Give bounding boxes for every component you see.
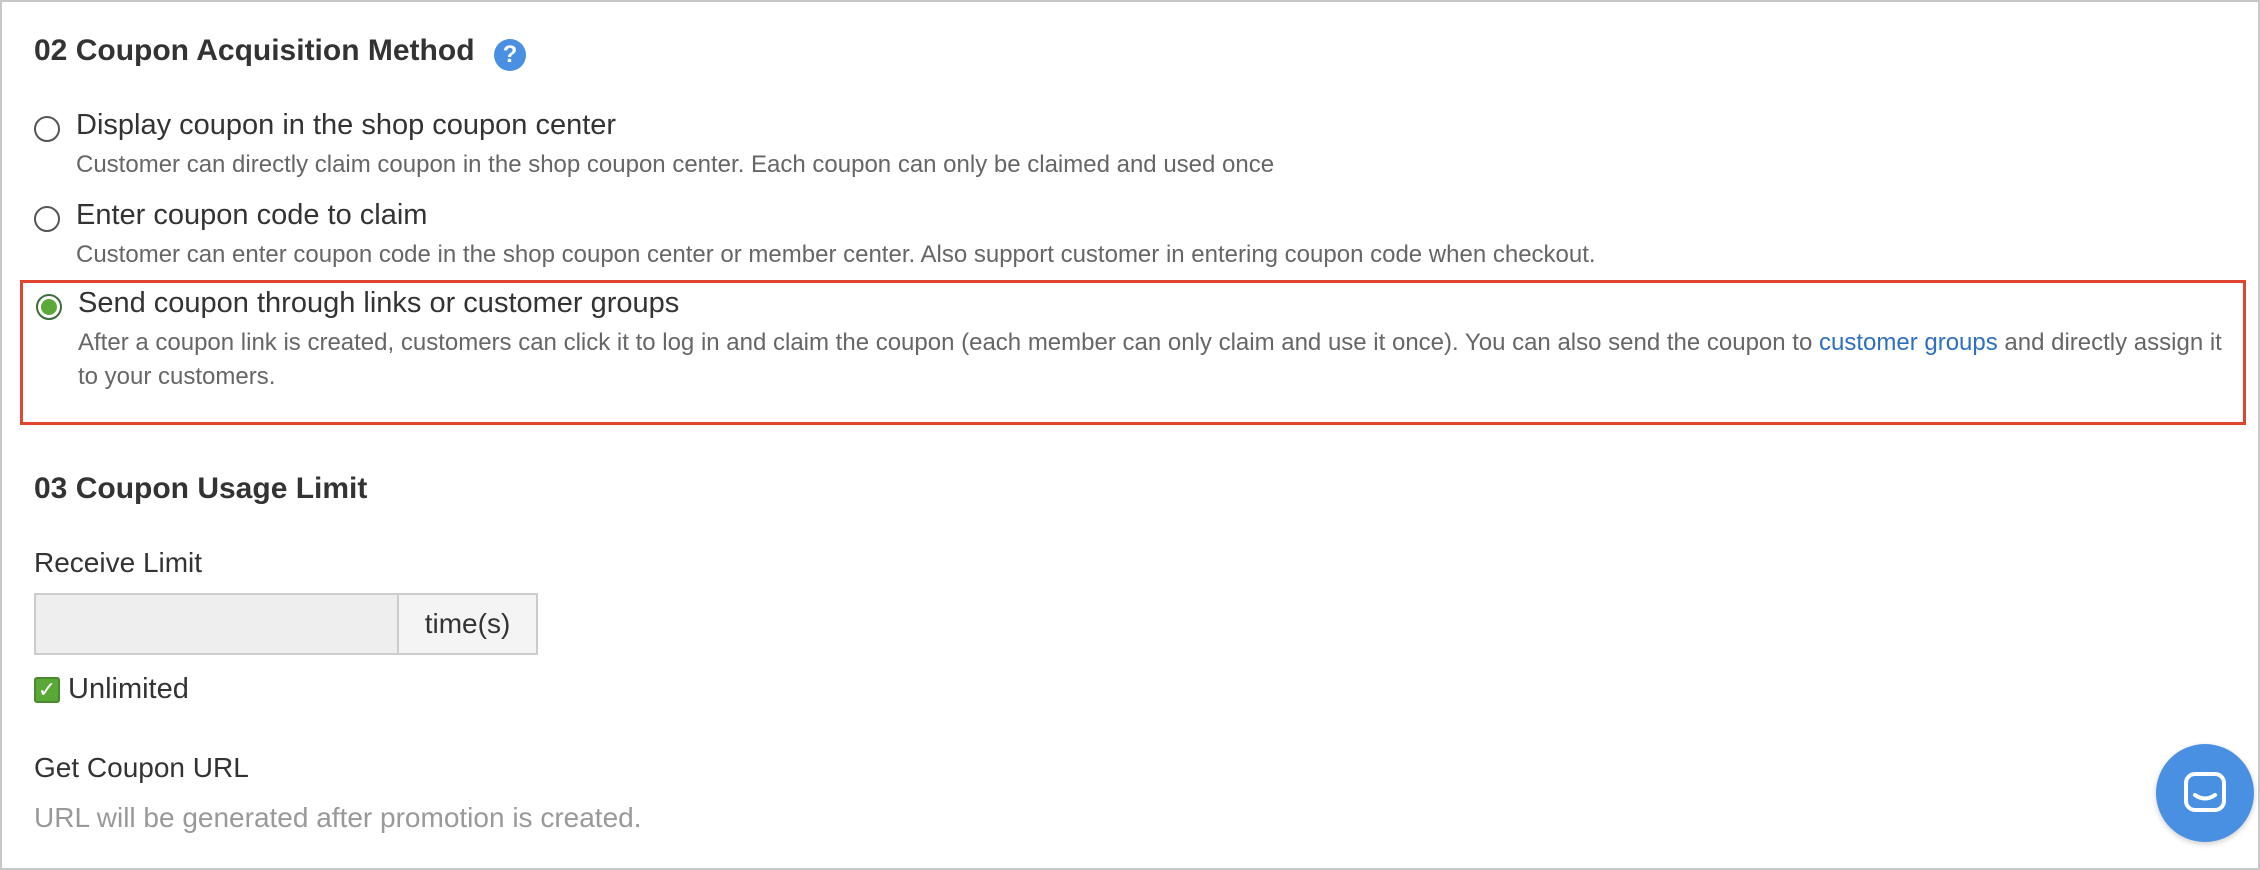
get-coupon-url-label: Get Coupon URL bbox=[34, 752, 249, 783]
chat-button[interactable] bbox=[2156, 744, 2254, 842]
customer-groups-link[interactable]: customer groups bbox=[1819, 329, 1998, 356]
option-label: Send coupon through links or customer gr… bbox=[78, 287, 680, 319]
times-addon: time(s) bbox=[399, 595, 536, 653]
option-display-coupon-center[interactable]: Display coupon in the shop coupon center… bbox=[24, 104, 2236, 184]
unlimited-label: Unlimited bbox=[68, 673, 189, 705]
section-title-usage-limit: 03 Coupon Usage Limit bbox=[34, 472, 368, 505]
radio-send-via-links-groups[interactable] bbox=[36, 294, 62, 320]
option-label: Enter coupon code to claim bbox=[76, 199, 428, 231]
option-description: Customer can enter coupon code in the sh… bbox=[76, 241, 1596, 268]
unlimited-checkbox[interactable]: ✓ bbox=[34, 676, 60, 703]
receive-limit-input[interactable] bbox=[36, 595, 399, 653]
section-title-acquisition-method: 02 Coupon Acquisition Method bbox=[34, 34, 475, 67]
chat-icon bbox=[2184, 772, 2226, 812]
option-label: Display coupon in the shop coupon center bbox=[76, 109, 617, 141]
option-description: After a coupon link is created, customer… bbox=[78, 326, 2233, 394]
radio-display-coupon-center[interactable] bbox=[34, 116, 60, 142]
question-icon[interactable]: ? bbox=[494, 39, 526, 71]
option-enter-coupon-code[interactable]: Enter coupon code to claim Customer can … bbox=[24, 194, 2236, 274]
receive-limit-input-group: time(s) bbox=[34, 593, 538, 655]
radio-enter-coupon-code[interactable] bbox=[34, 206, 60, 232]
description-text: After a coupon link is created, customer… bbox=[78, 329, 1819, 356]
option-send-via-links-groups[interactable]: Send coupon through links or customer gr… bbox=[20, 280, 2246, 425]
unlimited-checkbox-row[interactable]: ✓ Unlimited bbox=[34, 673, 189, 706]
option-description: Customer can directly claim coupon in th… bbox=[76, 151, 1275, 178]
receive-limit-label: Receive Limit bbox=[34, 547, 203, 578]
url-note: URL will be generated after promotion is… bbox=[34, 802, 642, 833]
